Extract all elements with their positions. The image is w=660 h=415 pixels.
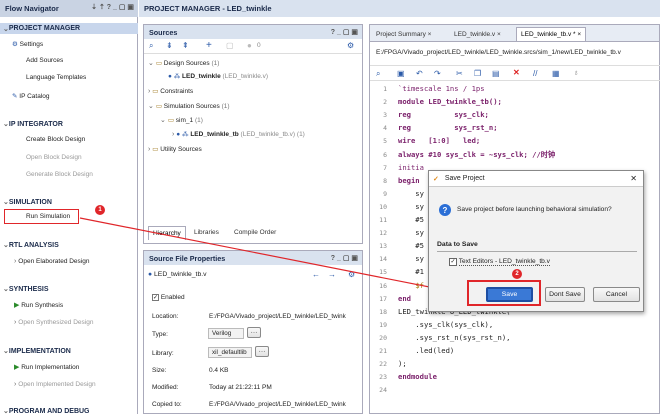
vivado-logo-icon: ✓ [433,175,439,183]
save-project-dialog: ✓ Save Project ✕ ? Save project before l… [428,170,644,312]
dialog-title: Save Project [444,175,485,182]
save-button[interactable]: Save [486,287,533,302]
data-to-save-label: Data to Save [437,241,478,248]
close-icon[interactable]: ✕ [630,174,637,183]
dialog-title-bar: ✓ Save Project ✕ [429,171,643,187]
step-badge-2: 2 [512,269,522,279]
text-editors-checkbox[interactable]: ✓ Text Editors - LED_twinkle_tb.v [449,258,550,266]
question-icon: ? [439,204,451,216]
dont-save-button[interactable]: Dont Save [545,287,585,302]
checkbox-checked-icon: ✓ [449,258,457,266]
divider [437,251,637,252]
dialog-question: Save project before launching behavioral… [457,206,612,213]
cancel-button[interactable]: Cancel [593,287,640,302]
